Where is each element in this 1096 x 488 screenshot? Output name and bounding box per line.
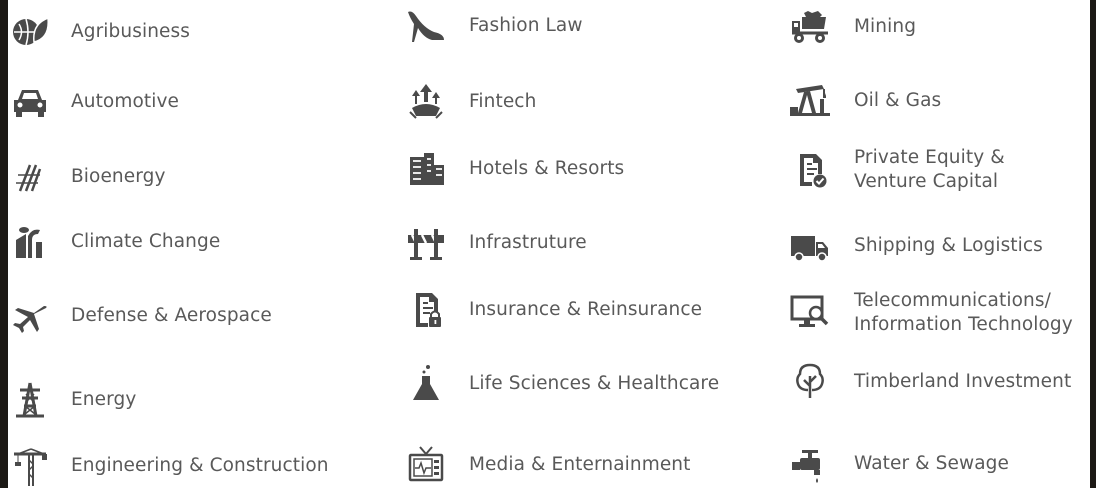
tree-icon [790,360,834,404]
industry-label: Life Sciences & Healthcare [469,373,720,394]
truck-icon [790,224,834,268]
oil-pump-icon [790,79,834,123]
fintech-icon [406,80,450,124]
industry-label: Media & Enternainment [469,454,691,475]
factory-icon [10,220,54,264]
tv-icon [406,443,450,487]
industry-agribusiness[interactable]: Agribusiness [10,10,190,54]
industry-shipping-logistics[interactable]: Shipping & Logistics [790,224,1043,268]
industry-label: Climate Change [71,231,221,252]
industry-life-sciences-healthcare[interactable]: Life Sciences & Healthcare [406,362,719,406]
bioenergy-icon [10,155,54,199]
industry-telecommunications-it[interactable]: Telecommunications/ Information Technolo… [790,289,1073,337]
industry-bioenergy[interactable]: Bioenergy [10,155,166,199]
high-heel-icon [406,4,450,48]
industry-hotels-resorts[interactable]: Hotels & Resorts [406,147,624,191]
industry-infrastructure[interactable]: Infrastruture [406,221,587,265]
industries-panel: Agribusiness Automotive Bioenergy Climat… [8,0,1090,488]
leaf-globe-icon [10,10,54,54]
water-tap-icon [790,442,834,486]
industry-label: Hotels & Resorts [469,158,625,179]
industry-engineering-construction[interactable]: Engineering & Construction [10,444,329,488]
industry-label-line1: Private Equity & [854,147,1005,168]
industry-label: Fashion Law [469,15,583,36]
industry-mining[interactable]: Mining [790,5,916,49]
approved-document-icon [790,148,834,192]
industry-label: Agribusiness [71,21,190,42]
industry-private-equity-venture-capital[interactable]: Private Equity & Venture Capital [790,146,1005,194]
buildings-icon [406,147,450,191]
industry-label: Bioenergy [71,166,166,187]
industry-climate-change[interactable]: Climate Change [10,220,220,264]
industry-fintech[interactable]: Fintech [406,80,536,124]
mining-truck-icon [790,5,834,49]
industry-label: Mining [854,16,917,37]
crane-icon [10,444,54,488]
industry-label-line2: Information Technology [854,314,1073,335]
industry-label: Private Equity & Venture Capital [854,146,1005,194]
industry-defense-aerospace[interactable]: Defense & Aerospace [10,294,272,338]
industry-label: Oil & Gas [854,90,942,111]
industry-media-entertainment[interactable]: Media & Enternainment [406,443,691,487]
industry-fashion-law[interactable]: Fashion Law [406,4,583,48]
industry-timberland-investment[interactable]: Timberland Investment [790,360,1071,404]
industry-label: Shipping & Logistics [854,235,1043,256]
locked-document-icon [406,288,450,332]
car-icon [10,80,54,124]
airplane-icon [10,294,54,338]
industry-label: Infrastruture [469,232,587,253]
industry-label: Energy [71,389,137,410]
computer-search-icon [790,291,834,335]
industry-label: Fintech [469,91,537,112]
industry-oil-gas[interactable]: Oil & Gas [790,79,941,123]
power-tower-icon [10,378,54,422]
industry-label: Water & Sewage [854,453,1009,474]
industry-label: Telecommunications/ Information Technolo… [854,289,1073,337]
industry-label-line1: Telecommunications/ [854,290,1051,311]
industry-automotive[interactable]: Automotive [10,80,179,124]
industry-label: Defense & Aerospace [71,305,272,326]
flask-icon [406,362,450,406]
industry-label: Insurance & Reinsurance [469,299,703,320]
industry-label: Engineering & Construction [71,455,329,476]
industry-label: Timberland Investment [854,371,1072,392]
industry-insurance-reinsurance[interactable]: Insurance & Reinsurance [406,288,702,332]
industry-label: Automotive [71,91,180,112]
industry-water-sewage[interactable]: Water & Sewage [790,442,1009,486]
industry-label-line2: Venture Capital [854,171,999,192]
barrier-icon [406,221,450,265]
industry-energy[interactable]: Energy [10,378,136,422]
